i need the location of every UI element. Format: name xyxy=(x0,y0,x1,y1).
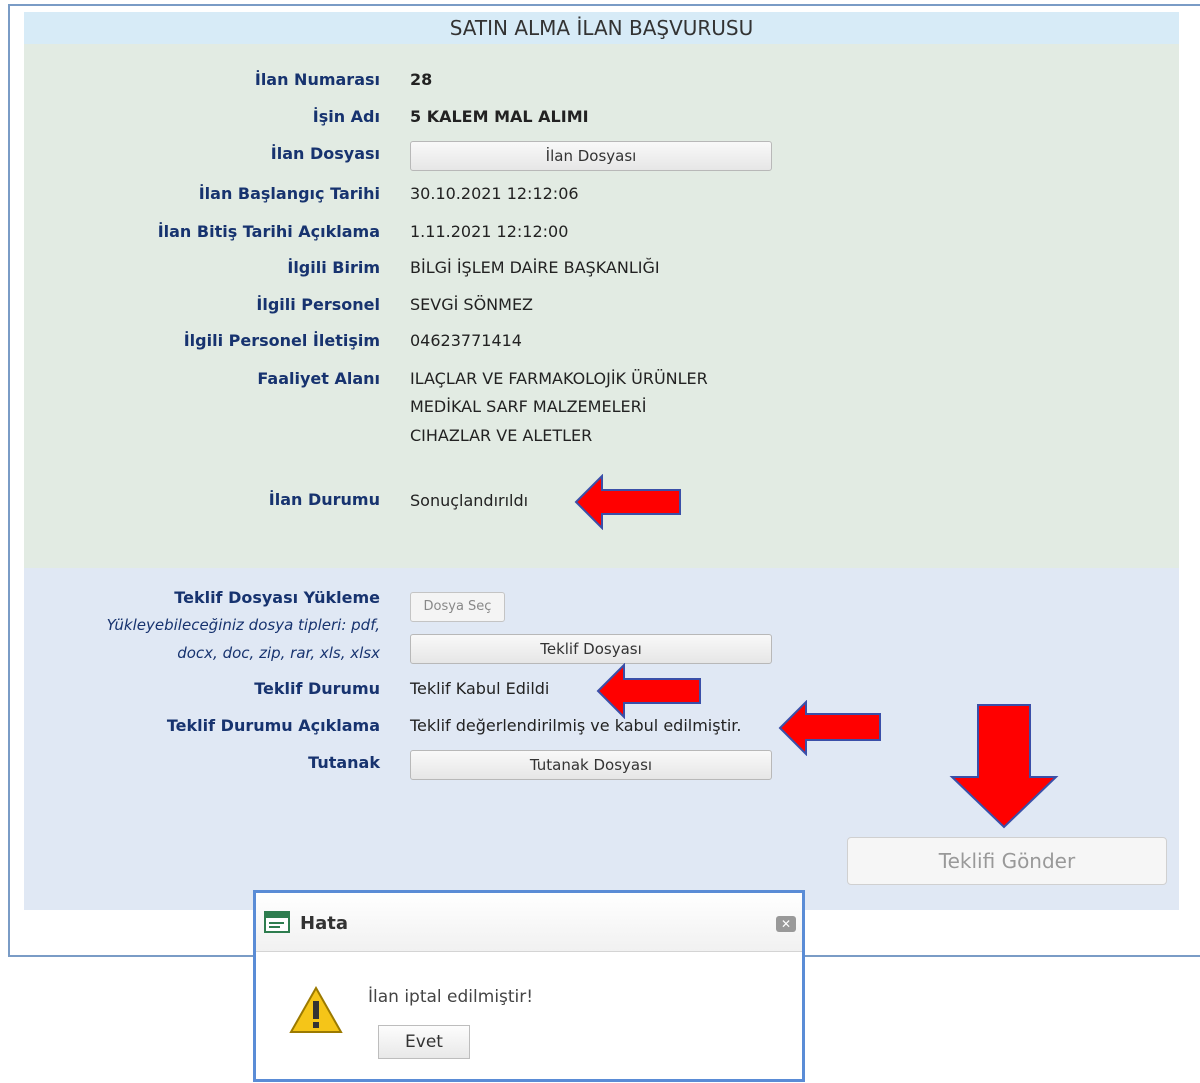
window-icon xyxy=(264,911,290,933)
dialog-header: Hata ✕ xyxy=(256,893,802,952)
personel-iletisim-label: İlgili Personel İletişim xyxy=(183,331,380,350)
ilan-durumu-value: Sonuçlandırıldı xyxy=(410,491,529,510)
error-dialog: Hata ✕ İlan iptal edilmiştir! Evet xyxy=(253,890,805,1082)
teklif-durumu-label: Teklif Durumu xyxy=(254,679,380,698)
ilan-numarasi-value: 28 xyxy=(410,70,433,89)
faaliyet-alani-item: MEDİKAL SARF MALZEMELERİ xyxy=(410,397,647,416)
send-offer-button[interactable]: Teklifi Gönder xyxy=(847,837,1167,885)
ilan-dosyasi-button[interactable]: İlan Dosyası xyxy=(410,141,772,171)
dialog-title: Hata xyxy=(300,913,348,934)
tutanak-dosyasi-button[interactable]: Tutanak Dosyası xyxy=(410,750,772,780)
isin-adi-label: İşin Adı xyxy=(312,107,380,126)
left-arrow-icon xyxy=(596,663,701,719)
isin-adi-value: 5 KALEM MAL ALIMI xyxy=(410,107,589,126)
teklif-yukleme-label: Teklif Dosyası Yükleme xyxy=(174,588,380,607)
page-title: SATIN ALMA İLAN BAŞVURUSU xyxy=(24,12,1179,44)
teklif-dosyasi-button[interactable]: Teklif Dosyası xyxy=(410,634,772,664)
bitis-tarihi-value: 1.11.2021 12:12:00 xyxy=(410,222,569,241)
file-types-hint: Yükleyebileceğiniz dosya tipleri: pdf, xyxy=(106,616,380,634)
ilgili-personel-value: SEVGİ SÖNMEZ xyxy=(410,295,534,314)
ilan-durumu-label: İlan Durumu xyxy=(268,490,380,509)
evet-button[interactable]: Evet xyxy=(378,1025,470,1059)
dialog-message: İlan iptal edilmiştir! xyxy=(368,987,534,1007)
faaliyet-alani-label: Faaliyet Alanı xyxy=(257,369,380,388)
ilan-dosyasi-label: İlan Dosyası xyxy=(270,144,380,163)
ilgili-birim-value: BİLGİ İŞLEM DAİRE BAŞKANLIĞI xyxy=(410,258,660,277)
bitis-tarihi-label: İlan Bitiş Tarihi Açıklama xyxy=(157,222,380,241)
teklif-durumu-value: Teklif Kabul Edildi xyxy=(410,679,550,698)
teklif-aciklama-label: Teklif Durumu Açıklama xyxy=(166,716,380,735)
baslangic-tarihi-value: 30.10.2021 12:12:06 xyxy=(410,184,579,203)
left-arrow-icon xyxy=(574,474,681,530)
ilgili-birim-label: İlgili Birim xyxy=(287,258,380,277)
faaliyet-alani-item: ILAÇLAR VE FARMAKOLOJİK ÜRÜNLER xyxy=(410,369,708,388)
faaliyet-alani-item: CIHAZLAR VE ALETLER xyxy=(410,426,593,445)
choose-file-button[interactable]: Dosya Seç xyxy=(410,592,505,622)
down-arrow-icon xyxy=(949,704,1059,829)
ilan-numarasi-label: İlan Numarası xyxy=(254,70,380,89)
baslangic-tarihi-label: İlan Başlangıç Tarihi xyxy=(198,184,380,203)
ilgili-personel-label: İlgili Personel xyxy=(256,295,380,314)
tutanak-label: Tutanak xyxy=(308,753,380,772)
close-icon[interactable]: ✕ xyxy=(776,916,796,932)
warning-icon xyxy=(289,985,343,1033)
file-types-hint: docx, doc, zip, rar, xls, xlsx xyxy=(177,644,380,662)
left-arrow-icon xyxy=(778,700,881,756)
personel-iletisim-value: 04623771414 xyxy=(410,331,522,350)
